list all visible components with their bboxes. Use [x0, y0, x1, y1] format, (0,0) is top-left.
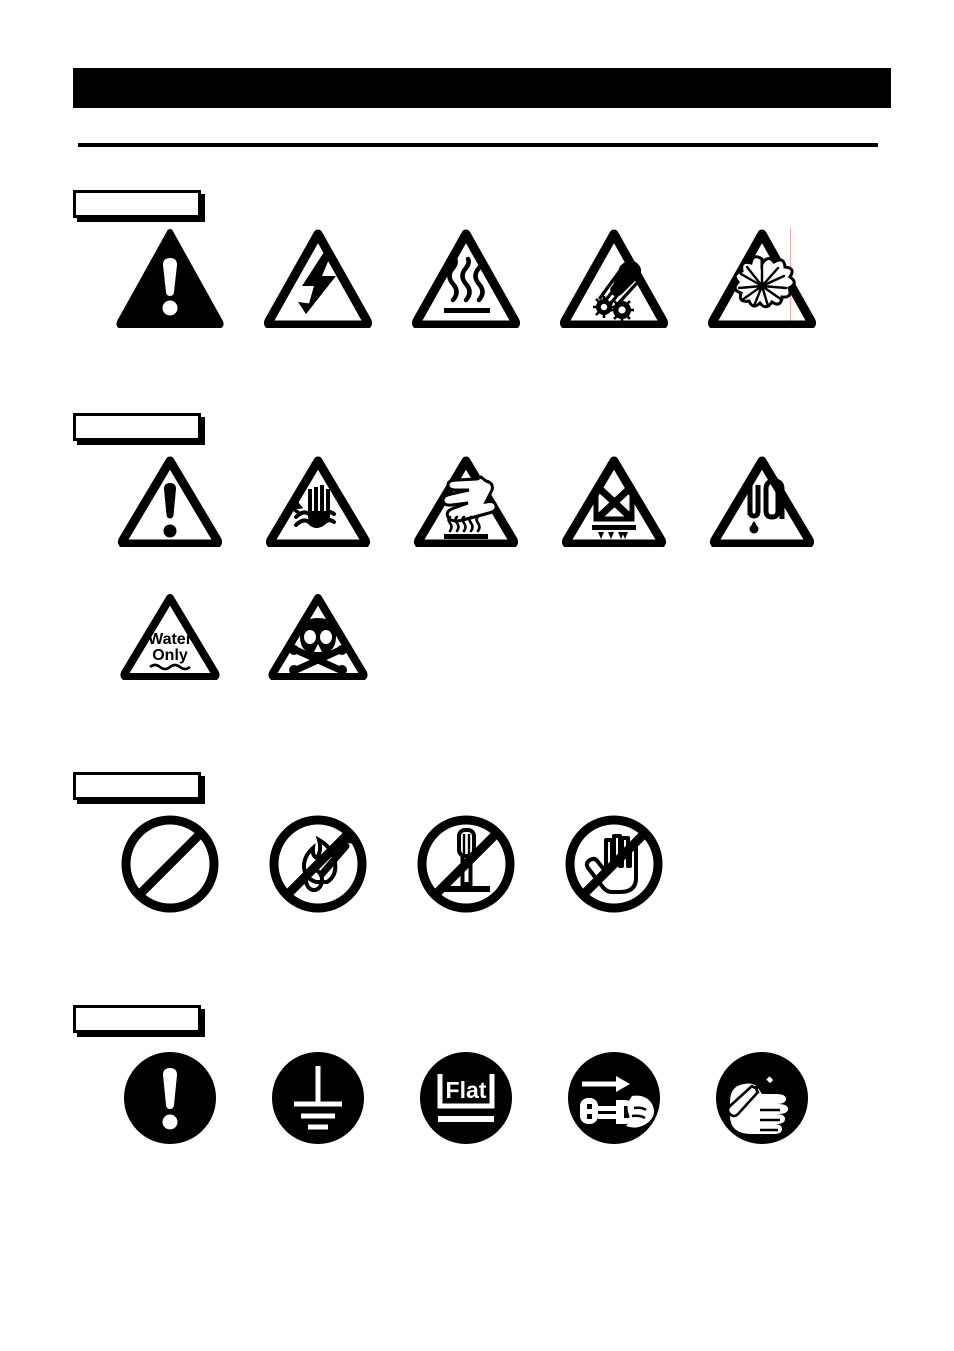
unplug-from-outlet-circle-icon — [540, 1046, 688, 1150]
section-label-warning — [73, 413, 201, 441]
do-not-dry-heat-triangle-icon — [540, 455, 688, 547]
water-only-line1: Water — [148, 631, 192, 648]
section-label-prohibition — [73, 772, 201, 800]
symbol-slot-empty — [540, 592, 688, 680]
hot-surface-triangle-icon — [392, 228, 540, 328]
water-only-triangle-icon: Water Only — [96, 592, 244, 680]
use-wrench-maintenance-circle-icon — [688, 1046, 836, 1150]
header-title — [73, 77, 87, 98]
mandatory-action-circle-icon — [96, 1046, 244, 1150]
no-disassembly-screwdriver-circle-icon — [392, 812, 540, 916]
electric-shock-hand-triangle-icon — [244, 455, 392, 547]
symbol-slot-empty — [688, 812, 836, 916]
header-bar — [73, 68, 891, 108]
symbol-row-warning-2: Water Only — [96, 592, 836, 680]
symbol-slot-empty — [392, 592, 540, 680]
symbol-row-mandatory-1: Flat — [96, 1046, 836, 1150]
hand-crush-gears-triangle-icon — [540, 228, 688, 328]
electrical-shock-triangle-icon — [244, 228, 392, 328]
drain-siphon-leak-triangle-icon — [688, 455, 836, 547]
water-only-line2: Only — [152, 647, 188, 664]
general-caution-triangle-outline-icon — [96, 455, 244, 547]
header-divider-rule — [78, 143, 878, 147]
symbol-slot-empty — [688, 592, 836, 680]
symbol-row-danger-1 — [96, 228, 836, 328]
section-label-danger — [73, 190, 201, 218]
place-on-flat-surface-circle-icon: Flat — [392, 1046, 540, 1150]
hot-surface-hand-triangle-icon — [392, 455, 540, 547]
general-danger-triangle-filled-icon — [96, 228, 244, 328]
earth-ground-connection-circle-icon — [244, 1046, 392, 1150]
no-open-flame-circle-icon — [244, 812, 392, 916]
explosion-triangle-icon — [688, 228, 836, 328]
section-label-mandatory — [73, 1005, 201, 1033]
flat-surface-label: Flat — [446, 1077, 487, 1103]
toxic-skull-crossbones-triangle-icon — [244, 592, 392, 680]
general-prohibition-circle-icon — [96, 812, 244, 916]
do-not-touch-hand-circle-icon — [540, 812, 688, 916]
symbol-row-prohibition-1 — [96, 812, 836, 916]
symbol-row-warning-1 — [96, 455, 836, 547]
